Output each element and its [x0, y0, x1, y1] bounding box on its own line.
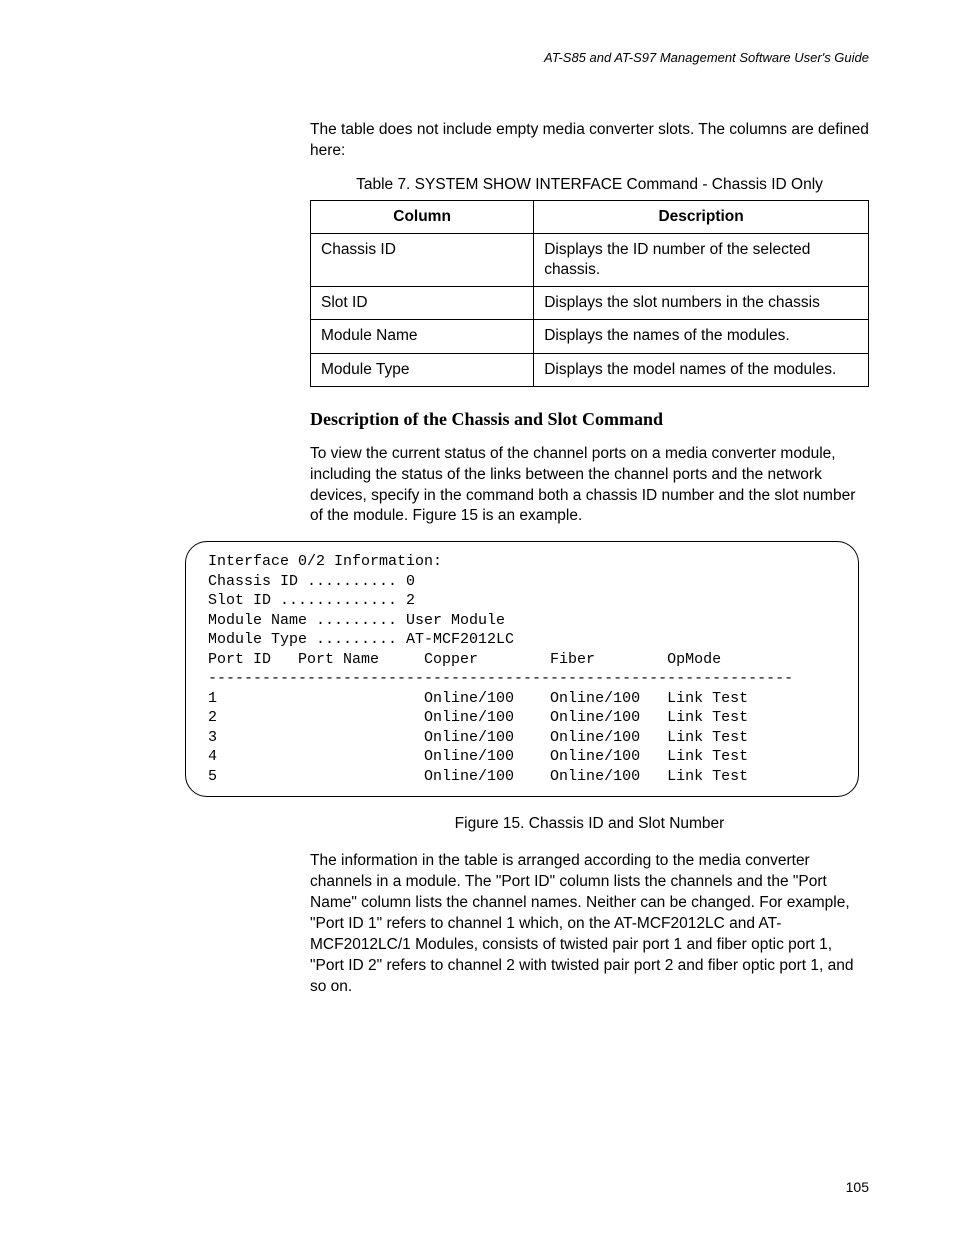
- table-header-description: Description: [534, 200, 869, 233]
- terminal-line: 4 Online/100 Online/100 Link Test: [208, 748, 748, 765]
- table-row: Module Name Displays the names of the mo…: [311, 320, 869, 353]
- terminal-line: 2 Online/100 Online/100 Link Test: [208, 709, 748, 726]
- intro-paragraph: The table does not include empty media c…: [310, 120, 869, 162]
- running-header: AT-S85 and AT-S97 Management Software Us…: [85, 50, 869, 65]
- terminal-line: 1 Online/100 Online/100 Link Test: [208, 690, 748, 707]
- terminal-line: Slot ID ............. 2: [208, 592, 415, 609]
- terminal-line: ----------------------------------------…: [208, 670, 793, 687]
- table-caption: Table 7. SYSTEM SHOW INTERFACE Command -…: [310, 176, 869, 194]
- table-cell-column: Slot ID: [311, 287, 534, 320]
- figure-caption: Figure 15. Chassis ID and Slot Number: [310, 815, 869, 833]
- page-number: 105: [846, 1179, 869, 1195]
- closing-paragraph: The information in the table is arranged…: [310, 851, 869, 997]
- table-cell-description: Displays the names of the modules.: [534, 320, 869, 353]
- terminal-line: Module Name ......... User Module: [208, 612, 505, 629]
- table-cell-column: Module Type: [311, 353, 534, 386]
- terminal-line: Interface 0/2 Information:: [208, 553, 442, 570]
- table-row: Module Type Displays the model names of …: [311, 353, 869, 386]
- definition-table: Column Description Chassis ID Displays t…: [310, 200, 869, 387]
- table-cell-column: Chassis ID: [311, 233, 534, 286]
- table-cell-description: Displays the ID number of the selected c…: [534, 233, 869, 286]
- table-row: Slot ID Displays the slot numbers in the…: [311, 287, 869, 320]
- terminal-line: Port ID Port Name Copper Fiber OpMode: [208, 651, 721, 668]
- table-header-column: Column: [311, 200, 534, 233]
- sub-paragraph: To view the current status of the channe…: [310, 444, 869, 528]
- table-row: Chassis ID Displays the ID number of the…: [311, 233, 869, 286]
- terminal-line: 3 Online/100 Online/100 Link Test: [208, 729, 748, 746]
- terminal-output: Interface 0/2 Information: Chassis ID ..…: [185, 541, 859, 797]
- table-cell-description: Displays the slot numbers in the chassis: [534, 287, 869, 320]
- table-cell-description: Displays the model names of the modules.: [534, 353, 869, 386]
- section-subheading: Description of the Chassis and Slot Comm…: [310, 409, 869, 430]
- terminal-line: Module Type ......... AT-MCF2012LC: [208, 631, 514, 648]
- table-cell-column: Module Name: [311, 320, 534, 353]
- terminal-line: 5 Online/100 Online/100 Link Test: [208, 768, 748, 785]
- terminal-line: Chassis ID .......... 0: [208, 573, 415, 590]
